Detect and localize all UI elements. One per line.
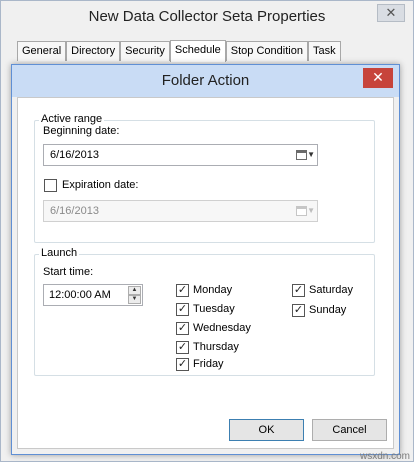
tab-schedule[interactable]: Schedule [169,40,226,62]
ok-button[interactable]: OK [229,419,304,441]
dialog-title: Folder Action [161,72,250,89]
folder-action-dialog: Folder Action ✕ Active range Beginning d… [11,64,400,455]
active-range-legend: Active range [39,113,105,125]
expiration-date-value: 6/16/2013 [50,205,99,217]
expiration-date-label: Expiration date: [62,179,139,191]
window-close-button[interactable]: ✕ [377,4,405,22]
calendar-icon[interactable] [296,150,307,160]
saturday-checkbox[interactable]: ✓ [292,284,305,297]
expiration-date-checkbox[interactable] [44,179,57,192]
cancel-button[interactable]: Cancel [312,419,387,441]
tab-security[interactable]: Security [120,41,170,61]
chevron-down-icon: ▼ [307,206,315,215]
watermark: wsxdn.com [359,451,410,462]
tuesday-checkbox[interactable]: ✓ [176,303,189,316]
monday-checkbox[interactable]: ✓ [176,284,189,297]
tab-strip: General Directory Security Schedule Stop… [17,39,341,62]
launch-legend: Launch [39,247,80,259]
tab-stop-condition[interactable]: Stop Condition [225,41,308,61]
thursday-checkbox[interactable]: ✓ [176,341,189,354]
tab-directory[interactable]: Directory [66,41,121,61]
friday-checkbox[interactable]: ✓ [176,358,189,371]
friday-label: Friday [193,358,224,370]
sunday-label: Sunday [309,304,347,316]
dialog-close-button[interactable]: ✕ [363,68,393,88]
wednesday-label: Wednesday [193,322,251,334]
spin-up-icon[interactable]: ▲ [128,286,141,295]
beginning-date-value: 6/16/2013 [50,149,99,161]
spin-down-icon[interactable]: ▼ [128,295,141,304]
beginning-date-label: Beginning date: [43,125,120,137]
saturday-label: Saturday [309,284,354,296]
chevron-down-icon[interactable]: ▼ [307,150,315,159]
expiration-date-picker[interactable]: 6/16/2013 ▼ [43,200,318,222]
start-time-stepper[interactable]: 12:00:00 AM ▲ ▼ [43,284,143,306]
monday-label: Monday [193,284,233,296]
window-title: New Data Collector Seta Properties [88,8,326,25]
tab-general[interactable]: General [17,41,67,61]
start-time-value: 12:00:00 AM [49,289,111,301]
start-time-label: Start time: [43,266,94,278]
dialog-body: Active range Beginning date: 6/16/2013 ▼… [17,97,394,449]
spin-buttons: ▲ ▼ [128,286,141,304]
calendar-icon [296,206,307,216]
wednesday-checkbox[interactable]: ✓ [176,322,189,335]
tab-task[interactable]: Task [307,41,341,61]
tuesday-label: Tuesday [193,303,235,315]
thursday-label: Thursday [193,341,239,353]
sunday-checkbox[interactable]: ✓ [292,304,305,317]
beginning-date-picker[interactable]: 6/16/2013 ▼ [43,144,318,166]
